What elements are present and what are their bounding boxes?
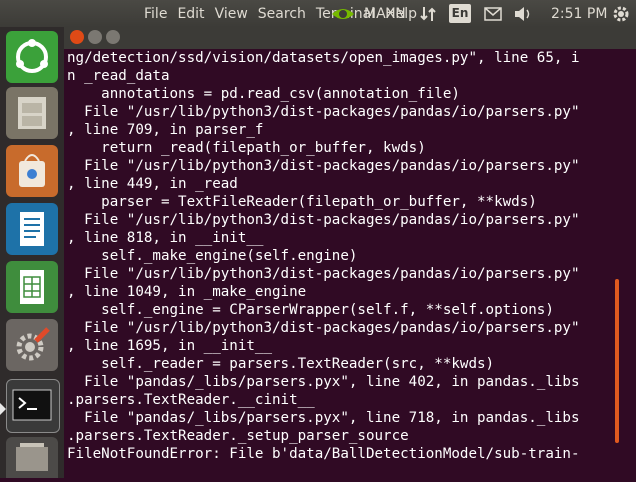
terminal-line: annotations = pd.read_csv(annotation_fil…	[67, 86, 460, 102]
menu-file[interactable]: File	[144, 6, 167, 22]
terminal-line: , line 818, in __init__	[67, 230, 264, 246]
power-mode-label[interactable]: MAXN	[364, 0, 406, 27]
minimize-button[interactable]	[88, 30, 102, 44]
top-panel: FileEditViewSearchTerminalHelp MAXN En 2…	[0, 0, 636, 27]
maximize-button[interactable]	[106, 30, 120, 44]
menu-edit[interactable]: Edit	[177, 6, 204, 22]
terminal-output[interactable]: ng/detection/ssd/vision/datasets/open_im…	[64, 49, 624, 478]
terminal-line: File "/usr/lib/python3/dist-packages/pan…	[67, 266, 580, 282]
terminal-line: ng/detection/ssd/vision/datasets/open_im…	[67, 50, 580, 66]
terminal-line: parser = TextFileReader(filepath_or_buff…	[67, 194, 537, 210]
window-controls	[70, 30, 124, 44]
terminal-title-bar[interactable]	[64, 27, 636, 49]
terminal-line: File "pandas/_libs/parsers.pyx", line 40…	[67, 374, 580, 390]
volume-icon[interactable]	[513, 0, 533, 27]
writer-button[interactable]	[6, 203, 58, 255]
terminal-line: self._engine = CParserWrapper(self.f, **…	[67, 302, 554, 318]
keyboard-layout-badge[interactable]: En	[449, 4, 471, 23]
terminal-icon	[12, 389, 52, 421]
terminal-line: File "/usr/lib/python3/dist-packages/pan…	[67, 320, 580, 336]
menu-search[interactable]: Search	[258, 6, 306, 22]
active-indicator	[0, 403, 6, 415]
terminal-line: , line 709, in parser_f	[67, 122, 264, 138]
close-button[interactable]	[70, 30, 84, 44]
terminal-line: .parsers.TextReader._setup_parser_source	[67, 428, 409, 444]
dash-button[interactable]	[6, 31, 58, 83]
software-center-button[interactable]	[6, 145, 58, 197]
file-cabinet-icon	[18, 97, 46, 129]
stacked-app-icon	[16, 443, 48, 471]
calc-button[interactable]	[6, 261, 58, 313]
terminal-window[interactable]: ng/detection/ssd/vision/datasets/open_im…	[64, 27, 636, 478]
terminal-line: FileNotFoundError: File b'data/BallDetec…	[67, 446, 580, 462]
terminal-line: return _read(filepath_or_buffer, kwds)	[67, 140, 426, 156]
terminal-button[interactable]	[6, 379, 60, 433]
launcher	[0, 27, 65, 478]
terminal-line: File "/usr/lib/python3/dist-packages/pan…	[67, 104, 580, 120]
terminal-line: , line 1695, in __init__	[67, 338, 272, 354]
terminal-line: self._make_engine(self.engine)	[67, 248, 358, 264]
network-icon[interactable]	[420, 0, 436, 27]
terminal-line: .parsers.TextReader.__cinit__	[67, 392, 315, 408]
files-button[interactable]	[6, 87, 58, 139]
terminal-line: n _read_data	[67, 68, 170, 84]
terminal-line: , line 449, in _read	[67, 176, 238, 192]
terminal-line: self._reader = parsers.TextReader(src, *…	[67, 356, 495, 372]
terminal-scrollbar[interactable]	[615, 279, 619, 443]
system-gear-icon[interactable]	[612, 0, 630, 27]
clock[interactable]: 2:51 PM	[551, 0, 607, 27]
terminal-line: , line 1049, in _make_engine	[67, 284, 307, 300]
system-settings-button[interactable]	[6, 319, 58, 371]
shopping-bag-icon	[19, 154, 45, 187]
nvidia-icon[interactable]	[330, 0, 356, 27]
wrench-gear-icon	[16, 327, 50, 361]
menu-view[interactable]: View	[215, 6, 248, 22]
terminal-line: File "pandas/_libs/parsers.pyx", line 71…	[67, 410, 580, 426]
terminal-line: File "/usr/lib/python3/dist-packages/pan…	[67, 158, 580, 174]
spreadsheet-icon	[20, 270, 44, 304]
more-apps-button[interactable]	[6, 437, 58, 478]
ubuntu-logo-icon	[16, 39, 48, 73]
mail-icon[interactable]	[484, 0, 502, 27]
terminal-line: File "/usr/lib/python3/dist-packages/pan…	[67, 212, 580, 228]
document-icon	[20, 212, 44, 246]
